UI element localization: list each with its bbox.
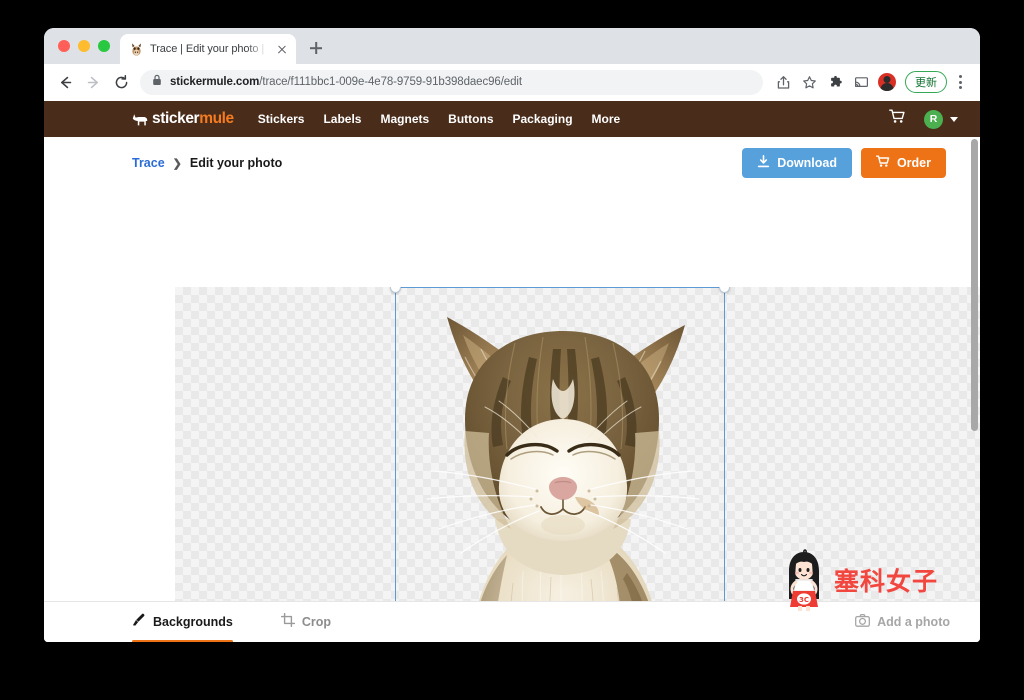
site-header: stickermule Stickers Labels Magnets Butt… — [44, 101, 980, 137]
url-text: stickermule.com/trace/f111bbc1-009e-4e78… — [170, 76, 522, 88]
close-tab-icon[interactable] — [274, 41, 290, 57]
user-avatar[interactable]: R — [924, 109, 943, 129]
crop-icon — [280, 612, 295, 632]
kebab-menu-icon[interactable] — [950, 70, 970, 94]
share-icon[interactable] — [771, 70, 795, 94]
add-photo-label: Add a photo — [877, 615, 950, 629]
nav-item-more[interactable]: More — [592, 112, 621, 126]
add-photo-button[interactable]: Add a photo — [855, 614, 950, 630]
mule-logo-icon — [132, 113, 148, 125]
window-traffic-lights — [52, 28, 120, 64]
mule-favicon — [129, 42, 144, 57]
action-buttons: Download Order — [742, 148, 946, 178]
page-title: Edit your photo — [189, 156, 283, 170]
nav-item-labels[interactable]: Labels — [323, 112, 361, 126]
brand-wordmark: stickermule — [152, 110, 234, 128]
cat-photo[interactable] — [403, 291, 721, 642]
page-action-row: Trace ❯ Edit your photo Download Order — [44, 137, 980, 189]
close-window-button[interactable] — [58, 40, 70, 52]
lock-icon — [152, 73, 162, 91]
puzzle-piece-icon[interactable] — [823, 70, 847, 94]
browser-toolbar: stickermule.com/trace/f111bbc1-009e-4e78… — [44, 64, 980, 101]
page-viewport: stickermule Stickers Labels Magnets Butt… — [44, 101, 980, 642]
back-arrow-icon[interactable] — [52, 69, 78, 95]
nav-item-stickers[interactable]: Stickers — [258, 112, 305, 126]
maximize-window-button[interactable] — [98, 40, 110, 52]
resize-handle-top-left[interactable] — [390, 287, 401, 293]
brand-word-sticker: sticker — [152, 110, 200, 127]
address-bar[interactable]: stickermule.com/trace/f111bbc1-009e-4e78… — [140, 69, 763, 95]
shopping-cart-icon[interactable] — [889, 109, 906, 129]
chevron-down-icon[interactable] — [950, 116, 958, 122]
download-button[interactable]: Download — [742, 148, 852, 178]
brand-word-mule: mule — [199, 110, 234, 127]
download-icon — [757, 155, 770, 171]
forward-arrow-icon[interactable] — [80, 69, 106, 95]
tab-backgrounds[interactable]: Backgrounds — [132, 602, 239, 642]
nav-item-buttons[interactable]: Buttons — [448, 112, 493, 126]
breadcrumb: Trace ❯ Edit your photo — [132, 156, 282, 170]
tab-crop-label: Crop — [301, 615, 332, 629]
breadcrumb-separator: ❯ — [172, 157, 182, 170]
new-tab-button[interactable] — [302, 34, 330, 62]
update-button[interactable]: 更新 — [905, 71, 947, 93]
breadcrumb-link-trace[interactable]: Trace — [132, 156, 165, 170]
nav-item-packaging[interactable]: Packaging — [513, 112, 573, 126]
brush-icon — [132, 613, 146, 632]
profile-avatar-icon[interactable] — [875, 70, 899, 94]
site-navigation: Stickers Labels Magnets Buttons Packagin… — [258, 112, 620, 126]
camera-icon — [855, 614, 871, 630]
order-button[interactable]: Order — [860, 148, 946, 178]
nav-item-magnets[interactable]: Magnets — [380, 112, 429, 126]
browser-tab[interactable]: Trace | Edit your photo | Sticke — [120, 34, 296, 64]
reload-icon[interactable] — [108, 69, 134, 95]
editor-tool-bar: Backgrounds Crop Add a photo — [44, 601, 980, 642]
browser-tab-title: Trace | Edit your photo | Sticke — [150, 43, 268, 55]
cart-icon — [875, 155, 890, 171]
resize-handle-top-right[interactable] — [719, 287, 730, 293]
tab-crop[interactable]: Crop — [280, 602, 337, 643]
download-button-label: Download — [777, 156, 837, 170]
stickermule-logo[interactable]: stickermule — [132, 110, 234, 128]
star-icon[interactable] — [797, 70, 821, 94]
minimize-window-button[interactable] — [78, 40, 90, 52]
browser-tab-strip: Trace | Edit your photo | Sticke — [44, 28, 980, 64]
page-scrollbar[interactable] — [971, 139, 978, 431]
cast-icon[interactable] — [849, 70, 873, 94]
site-header-right: R — [889, 109, 958, 129]
order-button-label: Order — [896, 156, 931, 170]
browser-window: Trace | Edit your photo | Sticke — [44, 28, 980, 642]
tab-backgrounds-label: Backgrounds — [153, 615, 233, 629]
editor-canvas[interactable] — [175, 287, 980, 642]
